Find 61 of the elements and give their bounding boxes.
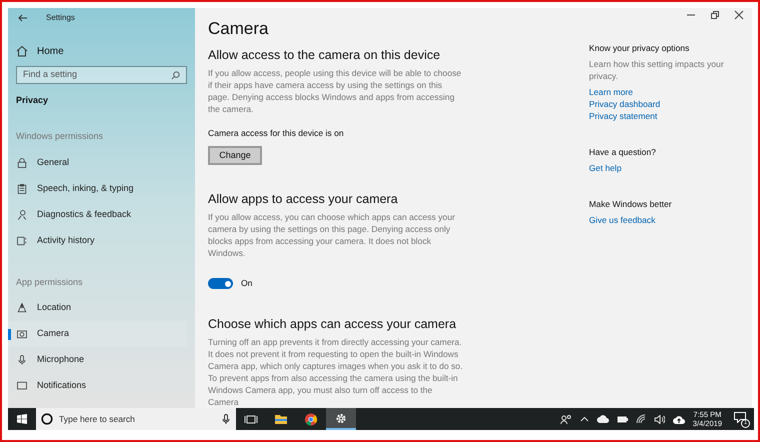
help-link[interactable]: Privacy dashboard	[589, 98, 660, 110]
message-icon	[16, 380, 28, 392]
battery-icon[interactable]	[616, 416, 628, 422]
status-text: Camera access for this device is on	[208, 127, 345, 140]
restore-icon[interactable]	[710, 10, 720, 20]
section-title: Privacy	[16, 94, 50, 107]
help-link[interactable]: Learn more	[589, 86, 633, 98]
close-icon[interactable]	[734, 10, 744, 20]
cloud-upload-icon[interactable]	[672, 414, 685, 424]
nav-item[interactable]: Diagnostics & feedback	[8, 202, 187, 228]
cloud-icon[interactable]	[596, 415, 609, 423]
person-icon	[16, 208, 28, 220]
aside-heading: Make Windows better	[589, 198, 673, 210]
help-link[interactable]: Privacy statement	[589, 110, 658, 122]
chrome-icon	[304, 412, 318, 426]
description-text: If you allow access, you can choose which apps can access your camera by using the settings on this page. Denying access only blocks apps from accessing your camera. It does not block Windows.	[208, 211, 456, 260]
description-text: Turning off an app prevents it from directly accessing your camera. It does not prevent it from requesting to open the built-in Windows Camera app, which only captures images when you ask it to do so. To prevent apps from also accessing the camera using the built-in Windows Camera app, you must also turn off access to the Camera	[208, 336, 464, 408]
change-button[interactable]: Change	[208, 146, 262, 166]
section-heading: Allow apps to access your camera	[208, 191, 399, 208]
home-link[interactable]: Home	[37, 44, 64, 58]
back-icon[interactable]	[18, 13, 28, 23]
section-heading: Allow access to the camera on this device	[208, 47, 442, 64]
search-field[interactable]: Find a setting	[16, 66, 187, 84]
people-icon[interactable]	[560, 414, 572, 424]
nav-item[interactable]: Microphone	[8, 347, 187, 373]
window-title: Settings	[46, 12, 75, 24]
section-heading: Choose which apps can access your camera	[208, 316, 458, 332]
camera-icon	[16, 328, 28, 340]
windows-logo-icon	[17, 414, 27, 424]
help-link[interactable]: Get help	[589, 162, 622, 174]
taskbar-app[interactable]	[326, 408, 356, 430]
toggle-label: On	[241, 277, 252, 290]
toggle-switch[interactable]	[208, 278, 233, 290]
nav-item[interactable]: Location	[8, 295, 187, 321]
search-icon	[171, 70, 180, 80]
action-center-icon[interactable]	[734, 412, 746, 423]
aside-heading: Know your privacy options	[589, 42, 690, 54]
clipboard-icon	[16, 182, 28, 194]
home-icon	[16, 45, 28, 57]
nav-item[interactable]: Activity history	[8, 228, 187, 254]
microphone-icon	[16, 354, 28, 366]
description-text: If you allow access, people using this device will be able to choose if their apps have camera access by using the settings on this page. Denying access blocks Windows and apps from accessing the camera.	[208, 67, 462, 116]
aside-heading: Have a question?	[589, 146, 657, 158]
aside-description: Learn how this setting impacts your privacy.	[589, 58, 725, 82]
nav-item[interactable]: Speech, inking, & typing	[8, 176, 187, 202]
nav-item[interactable]: Camera	[8, 321, 187, 347]
cortana-icon	[41, 413, 53, 425]
speaker-icon[interactable]	[654, 414, 665, 424]
location-icon	[16, 302, 28, 314]
microphone-icon[interactable]	[222, 414, 230, 424]
taskbar-search-field[interactable]: Type here to search	[36, 408, 236, 430]
wifi-icon[interactable]	[636, 414, 646, 424]
timeline-icon	[16, 234, 28, 246]
nav-item[interactable]: Notifications	[8, 373, 187, 399]
lock-icon	[16, 156, 28, 168]
page-title: Camera	[208, 19, 270, 40]
help-link[interactable]: Give us feedback	[589, 214, 656, 226]
chevron-up-icon[interactable]	[580, 416, 589, 422]
group-heading: Windows permissions	[16, 130, 104, 143]
nav-item[interactable]: General	[8, 150, 187, 176]
group-heading: App permissions	[16, 276, 84, 289]
